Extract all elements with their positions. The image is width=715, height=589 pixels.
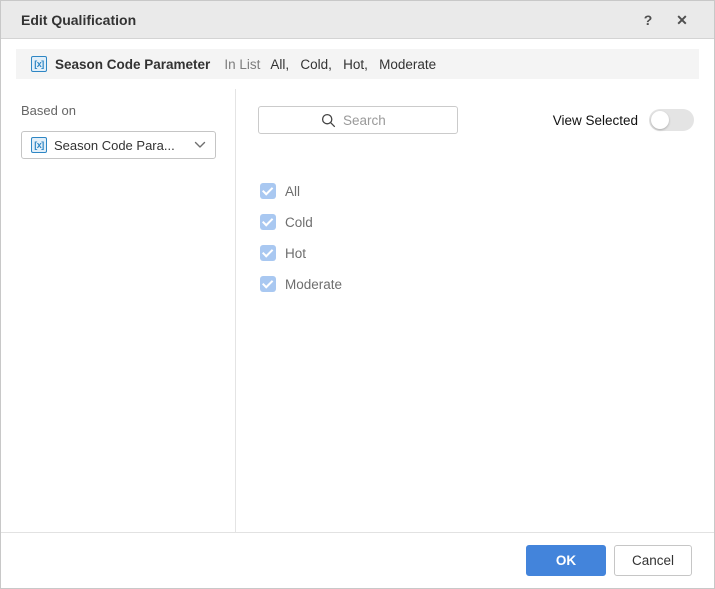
values-panel-toolbar: View Selected xyxy=(258,106,694,134)
qualification-summary-bar: [x] Season Code Parameter In List All, C… xyxy=(16,49,699,79)
view-selected-label: View Selected xyxy=(553,113,638,128)
qualification-name: Season Code Parameter xyxy=(55,57,210,72)
values-panel: View Selected All Cold Hot xyxy=(236,89,714,532)
list-item[interactable]: Hot xyxy=(260,245,694,261)
search-icon xyxy=(321,113,336,128)
view-selected-control: View Selected xyxy=(553,109,694,131)
parameter-icon: [x] xyxy=(31,56,47,72)
dialog-titlebar: Edit Qualification ? ✕ xyxy=(1,1,714,39)
based-on-panel: Based on [x] Season Code Para... xyxy=(1,89,236,532)
list-item[interactable]: Cold xyxy=(260,214,694,230)
cancel-button[interactable]: Cancel xyxy=(614,545,692,576)
view-selected-toggle[interactable] xyxy=(649,109,694,131)
value-label: All xyxy=(285,184,300,199)
value-label: Hot xyxy=(285,246,306,261)
checkbox-checked-icon[interactable] xyxy=(260,183,276,199)
qualification-operator: In List xyxy=(224,57,260,72)
checkbox-checked-icon[interactable] xyxy=(260,214,276,230)
search-input[interactable] xyxy=(258,106,458,134)
dialog-content: Based on [x] Season Code Para... xyxy=(1,89,714,532)
qualification-values: All, Cold, Hot, Moderate xyxy=(270,57,436,72)
value-label: Cold xyxy=(285,215,313,230)
list-item[interactable]: All xyxy=(260,183,694,199)
close-icon[interactable]: ✕ xyxy=(670,1,694,39)
parameter-icon: [x] xyxy=(31,137,47,153)
dialog-title: Edit Qualification xyxy=(21,12,136,28)
based-on-selected-value: Season Code Para... xyxy=(54,138,194,153)
list-item[interactable]: Moderate xyxy=(260,276,694,292)
edit-qualification-dialog: Edit Qualification ? ✕ [x] Season Code P… xyxy=(0,0,715,589)
based-on-label: Based on xyxy=(21,103,215,118)
chevron-down-icon xyxy=(194,141,206,149)
search-input-field[interactable] xyxy=(343,113,395,128)
checkbox-checked-icon[interactable] xyxy=(260,276,276,292)
based-on-dropdown[interactable]: [x] Season Code Para... xyxy=(21,131,216,159)
checkbox-checked-icon[interactable] xyxy=(260,245,276,261)
value-label: Moderate xyxy=(285,277,342,292)
ok-button[interactable]: OK xyxy=(526,545,606,576)
toggle-knob xyxy=(651,111,669,129)
value-list: All Cold Hot Moderate xyxy=(258,183,694,292)
help-icon[interactable]: ? xyxy=(636,1,660,39)
dialog-footer: OK Cancel xyxy=(1,532,714,588)
